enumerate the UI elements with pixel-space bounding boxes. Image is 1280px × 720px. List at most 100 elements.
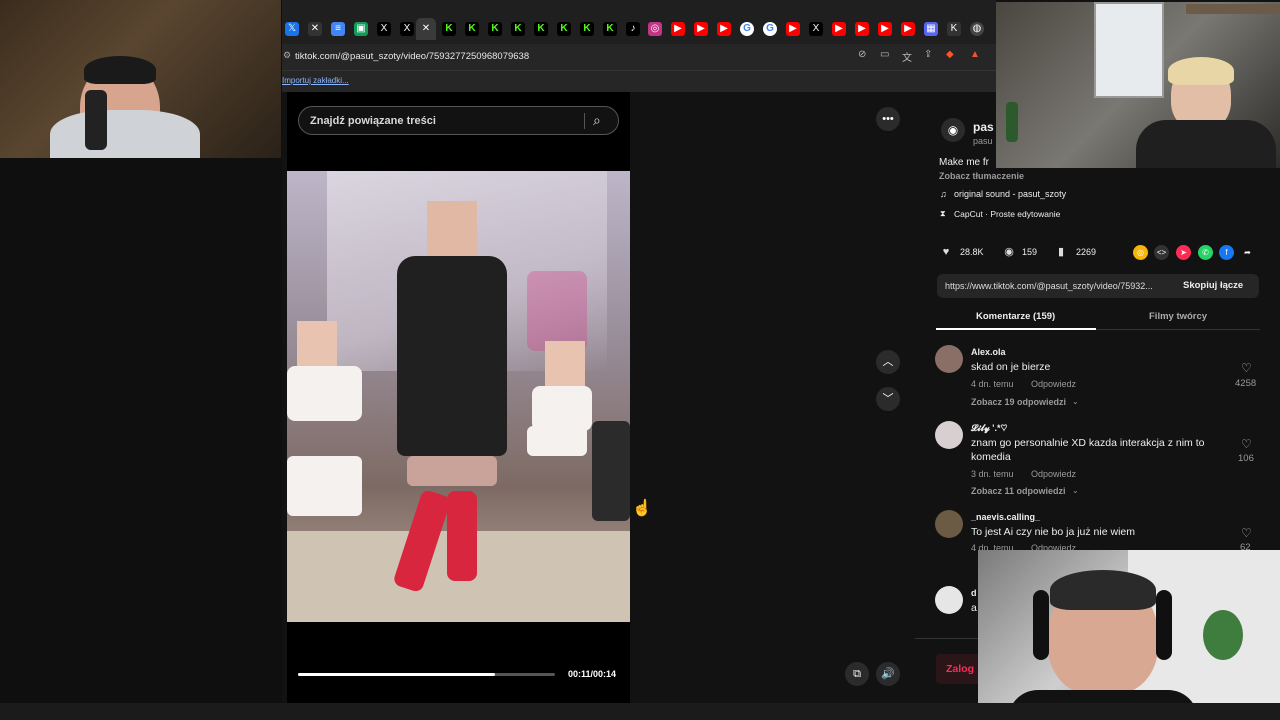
tab-icon[interactable]: ▦ [924,22,938,36]
google-tab-icon[interactable]: G [763,22,777,36]
author-avatar[interactable]: ◉ [941,118,965,142]
see-translation-link[interactable]: Zobacz tłumaczenie [939,171,1024,181]
kick-tab-icon[interactable]: K [442,22,456,36]
like-count: 28.8K [960,247,984,257]
reply-button[interactable]: Odpowiedz [1031,379,1076,389]
docs-tab-icon[interactable]: ≡ [331,22,345,36]
tab-icon[interactable]: 𝕏 [285,22,299,36]
chevron-down-icon[interactable]: ⌄ [1072,486,1079,495]
import-bookmarks-link[interactable]: Importuj zakładki... [282,76,349,85]
youtube-tab-icon[interactable]: ▶ [901,22,915,36]
kick-tab-icon[interactable]: K [511,22,525,36]
facebook-icon[interactable]: f [1219,245,1234,260]
url-text[interactable]: tiktok.com/@pasut_szoty/video/7593277250… [295,51,529,62]
video-link-text[interactable]: https://www.tiktok.com/@pasut_szoty/vide… [945,281,1153,291]
picture-in-picture-icon[interactable]: ▭ [880,49,889,60]
search-icon[interactable]: ⌕ [593,112,601,129]
x-tab-icon[interactable]: X [400,22,414,36]
video-time: 00:11/00:14 [568,669,617,679]
bookmark-icon[interactable]: ▮ [1051,242,1071,262]
youtube-tab-icon[interactable]: ▶ [717,22,731,36]
no-tracking-icon[interactable]: ⊘ [858,49,866,60]
youtube-tab-icon[interactable]: ▶ [878,22,892,36]
comment-username[interactable]: 𝓛𝓲𝓵𝔂 '.*♡ [971,423,1007,434]
google-tab-icon[interactable]: G [740,22,754,36]
coin-share-icon[interactable]: ◎ [1133,245,1148,260]
youtube-tab-icon[interactable]: ▶ [694,22,708,36]
address-bar[interactable]: ⚙ tiktok.com/@pasut_szoty/video/75932772… [282,44,996,70]
globe-icon[interactable]: ◍ [970,22,984,36]
kick-tab-icon[interactable]: K [534,22,548,36]
kick-tab-icon[interactable]: K [488,22,502,36]
volume-button[interactable]: 🔊 [876,662,900,686]
author-handle[interactable]: pasu [973,136,993,146]
active-tab-indicator [936,328,1096,330]
video-progress-fill [298,673,496,676]
tab-comments[interactable]: Komentarze (159) [976,311,1055,322]
comment-avatar[interactable] [935,510,963,538]
headphone-left [1033,590,1049,660]
tab-icon[interactable]: ✕ [308,22,322,36]
stream-bottom-strip [0,703,1280,720]
tiktok-tab-icon[interactable]: ♪ [626,22,640,36]
more-options-button[interactable]: ••• [876,107,900,131]
webcam-overlay-bottom-right [978,550,1280,720]
login-label[interactable]: Zalog [946,663,974,675]
comment-avatar[interactable] [935,421,963,449]
instagram-tab-icon[interactable]: ◎ [648,22,662,36]
send-icon[interactable]: ➤ [1176,245,1191,260]
comment-icon[interactable]: ◉ [999,242,1019,262]
search-box[interactable]: Znajdź powiązane treści ⌕ [298,106,619,135]
youtube-tab-icon[interactable]: ▶ [786,22,800,36]
view-replies-button[interactable]: Zobacz 19 odpowiedzi [971,397,1066,407]
comment-username[interactable]: Alex.ola [971,347,1006,357]
tab-creator-videos[interactable]: Filmy twórcy [1149,311,1207,322]
chevron-down-icon[interactable]: ⌄ [1072,397,1079,406]
close-icon[interactable]: ✕ [419,22,433,36]
capcut-link[interactable]: CapCut · Proste edytowanie [954,209,1060,219]
translate-icon[interactable]: 文 [902,49,912,64]
copy-link-button[interactable]: Skopiuj łącze [1183,280,1243,291]
x-tab-icon[interactable]: X [377,22,391,36]
search-input[interactable]: Znajdź powiązane treści [310,115,436,127]
brave-shield-icon[interactable]: ◆ [946,49,954,60]
comment-username[interactable]: d [971,588,977,598]
youtube-tab-icon[interactable]: ▶ [832,22,846,36]
kick-tab-icon[interactable]: K [465,22,479,36]
kick-tab-icon[interactable]: K [580,22,594,36]
kick-tab-icon[interactable]: K [557,22,571,36]
comment-text: To jest Ai czy nie bo ja już nie wiem [971,526,1135,538]
brave-rewards-icon[interactable]: ▲ [970,49,980,60]
comment-age: 4 dn. temu [971,379,1014,389]
next-video-button[interactable]: ﹀ [876,387,900,411]
mouse-cursor-icon: ☝ [632,500,652,517]
comment-like-icon[interactable]: ♡ [1241,437,1252,451]
floating-player-button[interactable]: ⧉ [845,662,869,686]
comment-avatar[interactable] [935,345,963,373]
share-arrow-icon[interactable]: ➦ [1240,245,1255,260]
tab-icon[interactable]: K [947,22,961,36]
author-name[interactable]: pas [973,120,994,134]
comment-like-icon[interactable]: ♡ [1241,361,1252,375]
whatsapp-icon[interactable]: ✆ [1198,245,1213,260]
tab-icon[interactable]: ▣ [354,22,368,36]
x-tab-icon[interactable]: X [809,22,823,36]
youtube-tab-icon[interactable]: ▶ [855,22,869,36]
comment-like-icon[interactable]: ♡ [1241,526,1252,540]
video-progress-bar[interactable] [298,673,555,676]
share-icon[interactable]: ⇪ [924,49,932,60]
video-player[interactable] [287,171,630,622]
site-info-icon[interactable]: ⚙ [283,50,291,61]
comment-avatar[interactable] [935,586,963,614]
previous-video-button[interactable]: ︿ [876,350,900,374]
browser-tab-bar: 𝕏 ✕ ≡ ▣ X X ✕ K K K K K K K K ♪ ◎ ▶ ▶ ▶ … [282,0,996,44]
view-replies-button[interactable]: Zobacz 11 odpowiedzi [971,486,1066,496]
comment-username[interactable]: _naevis.calling_ [971,512,1040,522]
like-button[interactable]: ♥ [936,242,956,262]
youtube-tab-icon[interactable]: ▶ [671,22,685,36]
sound-link[interactable]: original sound - pasut_szoty [954,189,1066,199]
embed-icon[interactable]: <> [1154,245,1169,260]
kick-tab-icon[interactable]: K [603,22,617,36]
video-link-box: https://www.tiktok.com/@pasut_szoty/vide… [937,274,1259,298]
reply-button[interactable]: Odpowiedz [1031,469,1076,479]
